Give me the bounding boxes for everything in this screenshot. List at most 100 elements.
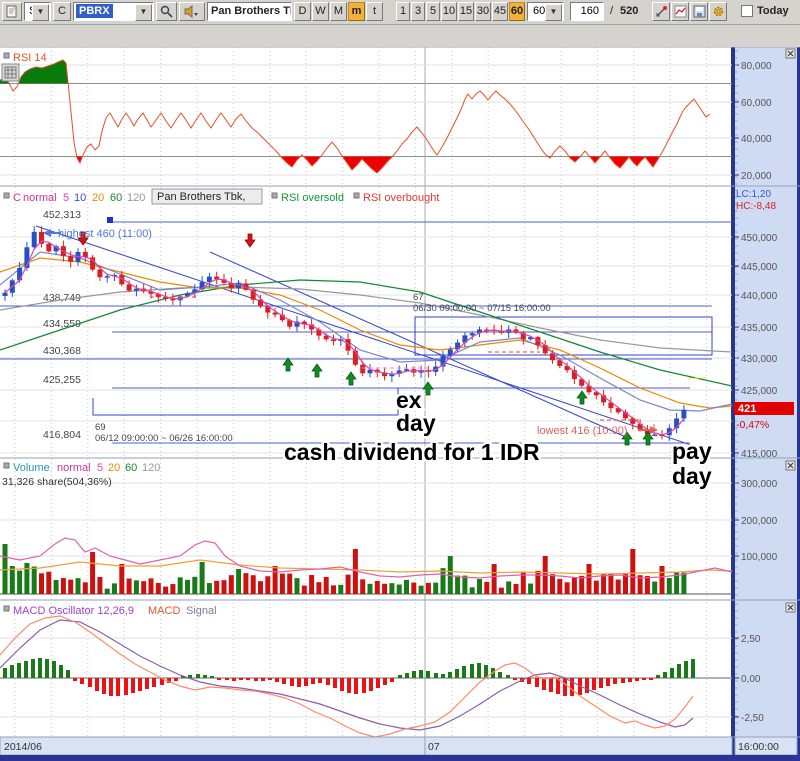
interval-button-15[interactable]: 15 <box>458 2 474 21</box>
svg-text:452,313: 452,313 <box>43 209 81 221</box>
quote-bar: 421 ▲ 4 0.96% 104,887 131.88% 0.16% 4,41… <box>0 25 800 71</box>
interval-select[interactable]: 60 ▼ <box>527 2 564 21</box>
legend-marker[interactable] <box>3 605 10 612</box>
range1-count: 69 <box>95 422 106 433</box>
svg-text:435,000: 435,000 <box>741 323 778 334</box>
symbol-combobox[interactable]: PBRX ▼ <box>73 2 154 21</box>
document-icon[interactable] <box>2 2 22 21</box>
svg-text:2,50: 2,50 <box>741 634 761 645</box>
svg-text:20,000: 20,000 <box>741 171 772 182</box>
alert-sound-button[interactable] <box>179 2 205 21</box>
line-chart-tool-button[interactable] <box>671 2 689 21</box>
legend-normal: normal <box>23 192 57 204</box>
interval-button-3[interactable]: 3 <box>411 2 425 21</box>
interval-button-5[interactable]: 5 <box>426 2 440 21</box>
range1-dates: 06/12 09:00:00 ~ 06/26 16:00:00 <box>95 433 233 444</box>
interval-button-10[interactable]: 10 <box>441 2 457 21</box>
svg-text:425,255: 425,255 <box>43 374 81 386</box>
chevron-down-icon[interactable]: ▼ <box>545 4 562 21</box>
legend-marker[interactable] <box>271 192 278 199</box>
annotation-pay-line1: pay <box>672 438 712 464</box>
volume-legend-5: 5 <box>97 462 103 474</box>
legend-marker[interactable] <box>3 52 10 59</box>
annotation-pay-line2: day <box>672 463 712 489</box>
legend-overbought: RSI overbought <box>363 192 439 204</box>
period-button-minute[interactable]: m <box>348 2 365 21</box>
legend-oversold: RSI oversold <box>281 192 344 204</box>
annotation-ex-line2: day <box>396 410 436 436</box>
window-bottom-border <box>0 755 800 761</box>
volume-title: Volume <box>13 462 50 474</box>
interval-select-value: 60 <box>533 5 546 17</box>
volume-close-icon[interactable] <box>785 460 796 471</box>
svg-text:100,000: 100,000 <box>741 552 778 563</box>
period-button-daily[interactable]: D <box>294 2 311 21</box>
legend-ma10: 10 <box>74 192 86 204</box>
period-button-monthly[interactable]: M <box>330 2 347 21</box>
range2-dates: 06/30 09:00:00 ~ 07/15 16:00:00 <box>413 303 551 314</box>
period-button-weekly[interactable]: W <box>312 2 329 21</box>
today-label: Today <box>757 5 789 17</box>
svg-text:445,000: 445,000 <box>741 262 778 273</box>
svg-text:0,00: 0,00 <box>741 674 761 685</box>
svg-text:300,000: 300,000 <box>741 479 778 490</box>
legend-ma120: 120 <box>127 192 145 204</box>
lowest-label: lowest 416 (10:00) <box>537 425 628 437</box>
time-label-left: 2014/06 <box>4 741 42 753</box>
macd-line-label: MACD <box>148 605 180 617</box>
svg-text:60,000: 60,000 <box>741 98 772 109</box>
legend-ma20: 20 <box>92 192 104 204</box>
symbol-name-field[interactable]: Pan Brothers Tb <box>207 2 292 21</box>
grid-tool-icon[interactable] <box>1 63 20 82</box>
svg-text:434,559: 434,559 <box>43 318 81 330</box>
toolbar: S ▼ C PBRX ▼ Pan Brothers Tb D W M m t 1… <box>0 0 800 25</box>
chevron-down-icon[interactable]: ▼ <box>32 4 49 21</box>
symbol-legend: Pan Brothers Tbk, <box>157 191 245 203</box>
legend-ma5: 5 <box>63 192 69 204</box>
svg-text:425,000: 425,000 <box>741 386 778 397</box>
svg-text:80,000: 80,000 <box>741 61 772 72</box>
macd-close-icon[interactable] <box>785 602 796 613</box>
highest-label: highest 460 (11:00) <box>58 228 152 240</box>
rsi-close-icon[interactable] <box>785 48 796 59</box>
interval-button-1[interactable]: 1 <box>396 2 410 21</box>
period-button-tick[interactable]: t <box>366 2 383 21</box>
badge-price: 421 <box>738 403 756 415</box>
chevron-down-icon[interactable]: ▼ <box>135 4 152 21</box>
volume-legend-60: 60 <box>125 462 137 474</box>
time-label-right: 16:00:00 <box>738 741 779 753</box>
bar-total-label: 520 <box>620 5 639 17</box>
interval-button-60[interactable]: 60 <box>509 2 525 21</box>
legend-marker[interactable] <box>353 192 360 199</box>
volume-legend-normal: normal <box>57 462 91 474</box>
axis-column <box>735 47 797 755</box>
settings-gear-button[interactable] <box>709 2 727 21</box>
crosshair-tool-button[interactable] <box>652 2 670 21</box>
symbol-name-value: Pan Brothers Tb <box>211 5 291 17</box>
legend-marker[interactable] <box>3 462 10 469</box>
time-axis[interactable] <box>0 736 733 756</box>
bar-count-input[interactable]: 160 <box>570 2 604 21</box>
lc-value: LC:1,20 <box>736 189 771 200</box>
axis-divider <box>731 47 735 755</box>
interval-button-30[interactable]: 30 <box>475 2 491 21</box>
legend-marker[interactable] <box>3 192 10 199</box>
interval-button-45[interactable]: 45 <box>492 2 508 21</box>
symbol-value: PBRX <box>76 4 113 18</box>
current-button[interactable]: C <box>53 2 71 21</box>
save-image-button[interactable] <box>690 2 708 21</box>
series-type-select[interactable]: S ▼ <box>24 2 51 21</box>
svg-text:-2,50: -2,50 <box>741 713 764 724</box>
svg-text:450,000: 450,000 <box>741 233 778 244</box>
chart-canvas[interactable]: 452,313438,749434,559430,368425,255416,8… <box>0 47 800 761</box>
bar-count-value: 160 <box>580 5 599 17</box>
badge-change-pct: -0,47% <box>736 419 769 431</box>
svg-text:40,000: 40,000 <box>741 134 772 145</box>
bar-slash-label: / <box>610 5 614 17</box>
trading-app-window: S ▼ C PBRX ▼ Pan Brothers Tb D W M m t 1… <box>0 0 800 761</box>
today-checkbox[interactable] <box>741 5 753 17</box>
plot-background <box>0 47 732 737</box>
search-button[interactable] <box>156 2 177 21</box>
svg-text:200,000: 200,000 <box>741 516 778 527</box>
macd-title: MACD Oscillator 12,26,9 <box>13 605 134 617</box>
